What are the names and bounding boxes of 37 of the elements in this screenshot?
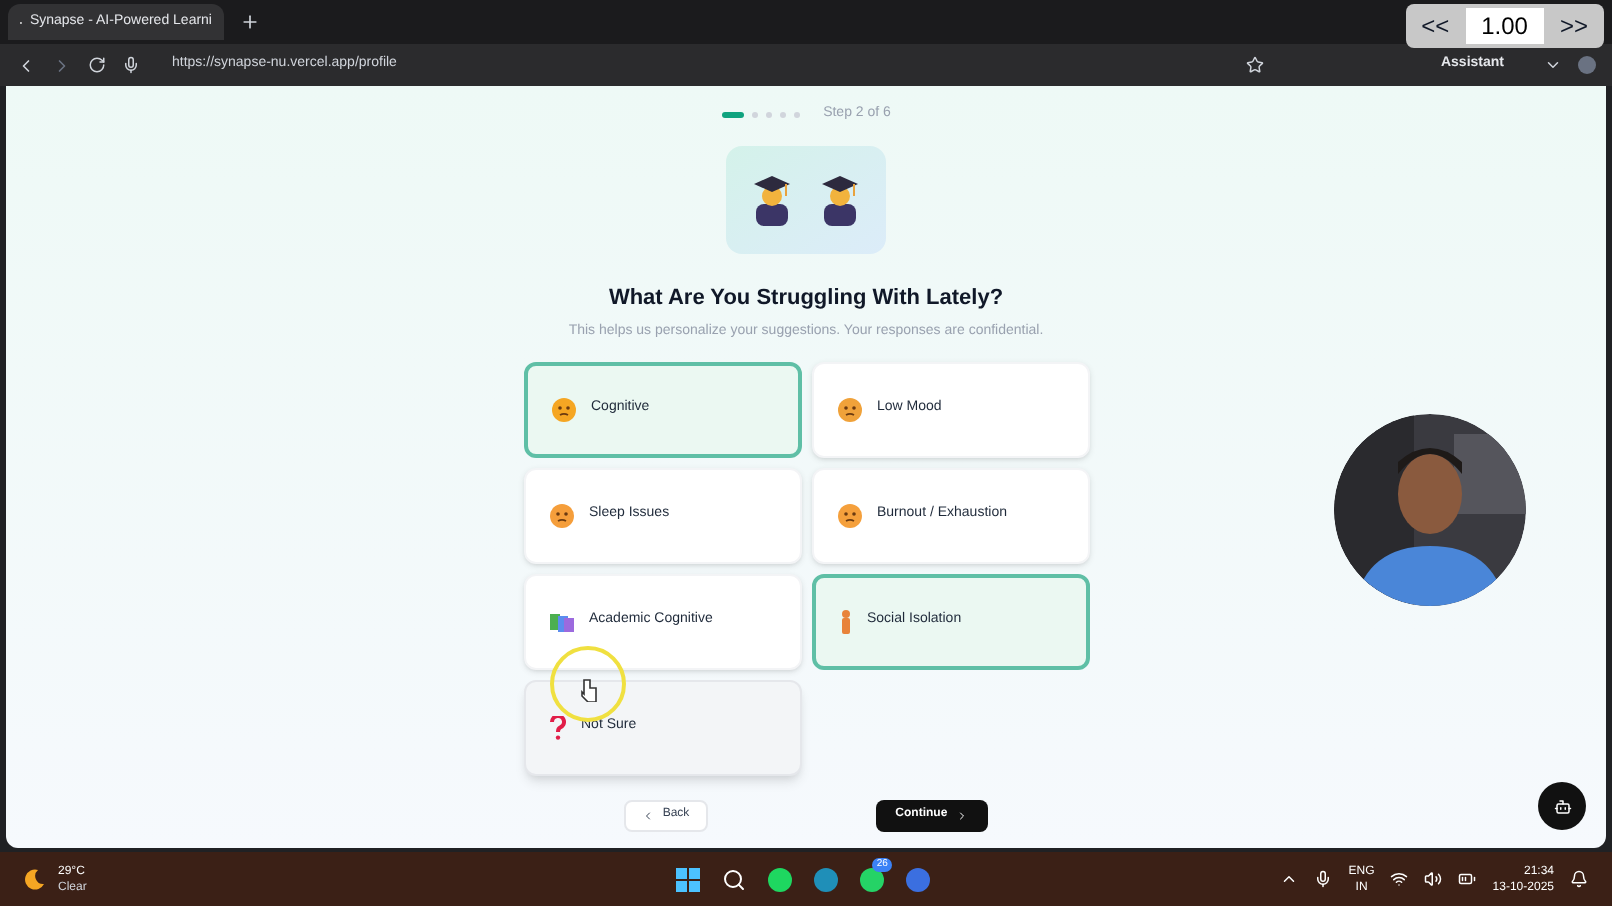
slower-button[interactable]: << <box>1421 8 1450 44</box>
chevron-icon[interactable] <box>1544 56 1562 74</box>
microphone-icon[interactable] <box>122 56 140 74</box>
tray-expand-icon[interactable] <box>1280 870 1299 888</box>
bookmark-icon[interactable] <box>1246 56 1265 74</box>
face-icon <box>549 503 573 527</box>
faster-button[interactable]: >> <box>1559 8 1588 44</box>
face-icon <box>551 397 575 421</box>
moon-icon <box>24 868 46 890</box>
face-icon <box>837 503 861 527</box>
person-icon <box>839 609 851 633</box>
hand-cursor-icon <box>580 678 598 702</box>
chevron-right-icon <box>955 809 968 821</box>
notification-icon[interactable] <box>1570 870 1588 888</box>
face-icon <box>837 397 861 421</box>
search-icon[interactable] <box>722 867 747 891</box>
page-title: What Are You Struggling With Lately? <box>608 283 1004 313</box>
graduate-icon <box>818 173 862 225</box>
music-app-icon[interactable] <box>768 867 793 891</box>
browser-app-icon[interactable] <box>814 867 839 891</box>
question-icon <box>549 715 565 739</box>
robot-icon <box>1553 797 1571 815</box>
speed-value: 1.00 <box>1465 8 1544 44</box>
microphone-icon[interactable] <box>1314 870 1333 888</box>
books-icon <box>549 609 573 633</box>
graduate-icon <box>750 173 794 225</box>
wifi-icon[interactable] <box>1390 870 1409 888</box>
chat-bot-button[interactable] <box>1538 782 1586 830</box>
battery-icon[interactable] <box>1458 870 1477 888</box>
chevron-left-icon <box>642 809 655 821</box>
new-tab-icon[interactable] <box>240 12 260 32</box>
windows-start-icon[interactable] <box>676 867 701 891</box>
reload-icon[interactable] <box>88 56 106 74</box>
app-icon[interactable] <box>906 867 931 891</box>
profile-avatar[interactable] <box>1578 56 1596 74</box>
chat-app-icon[interactable] <box>860 867 885 891</box>
volume-icon[interactable] <box>1424 870 1443 888</box>
